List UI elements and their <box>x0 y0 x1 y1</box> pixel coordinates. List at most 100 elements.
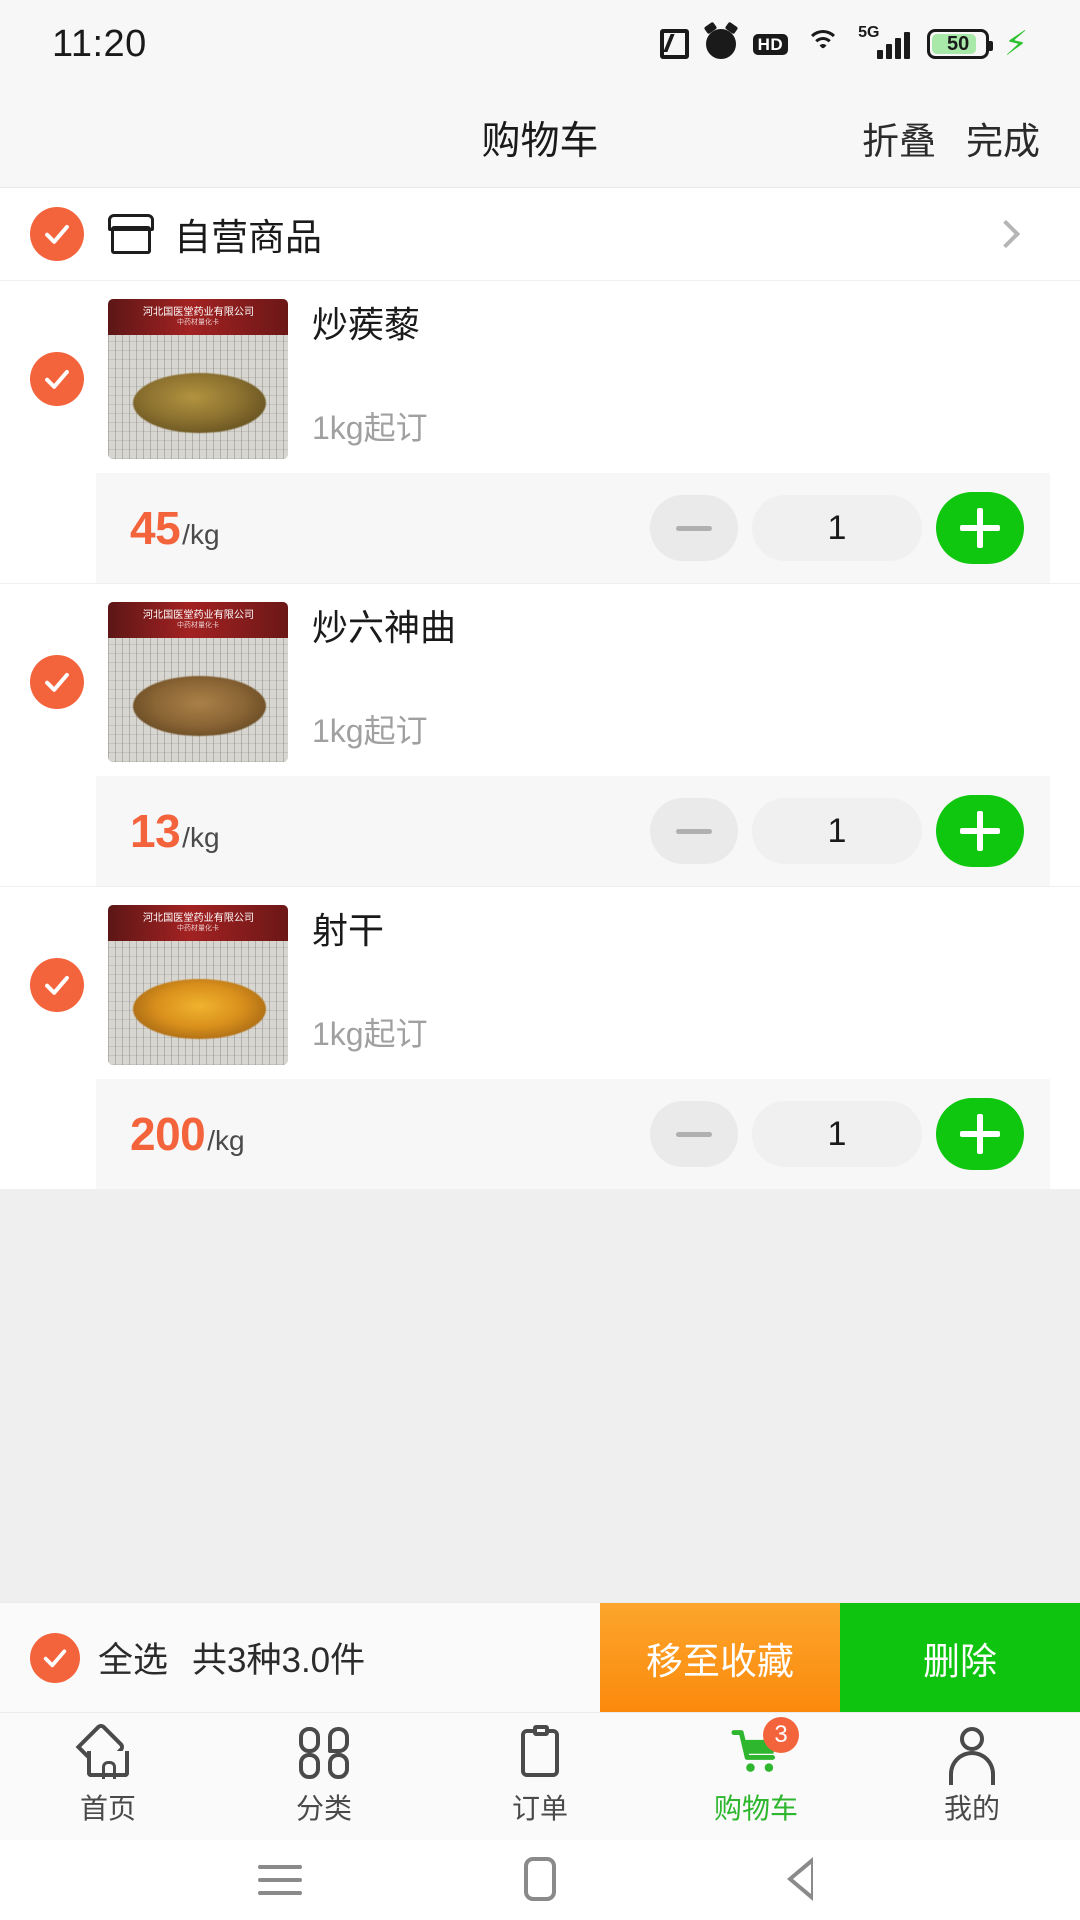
thumbnail-banner-line1: 河北国医堂药业有限公司 <box>142 912 254 924</box>
battery-level-label: 50 <box>947 33 970 55</box>
battery-icon: 50 <box>927 29 994 59</box>
thumbnail-product-pile <box>133 978 267 1040</box>
cart-item-info: 炒六神曲 1kg起订 <box>312 602 1050 762</box>
cart-item-checkbox[interactable] <box>30 655 84 709</box>
increase-quantity-button[interactable] <box>936 1098 1024 1170</box>
signal-icon: 5G <box>858 24 911 59</box>
quantity-stepper: 1 <box>650 795 1024 867</box>
done-button[interactable]: 完成 <box>966 111 1040 165</box>
product-price: 200 /kg <box>130 1107 245 1161</box>
tab-profile[interactable]: 我的 <box>864 1713 1080 1840</box>
cart-item-price-row: 13 /kg 1 <box>96 776 1050 886</box>
status-icon-group: HD 5G 50 ⚡ <box>659 24 1028 61</box>
cart-item-info: 炒蒺藜 1kg起订 <box>312 299 1050 459</box>
decrease-quantity-button[interactable] <box>650 1101 738 1167</box>
price-unit: /kg <box>182 519 220 550</box>
increase-quantity-button[interactable] <box>936 795 1024 867</box>
status-time: 11:20 <box>52 22 147 65</box>
price-amount: 13 <box>130 805 181 857</box>
header-actions: 折叠 完成 <box>862 111 1080 165</box>
cart-badge-count: 3 <box>763 1716 799 1753</box>
cart-summary-label: 共3种3.0件 <box>192 1641 366 1680</box>
tab-category-label: 分类 <box>295 1792 352 1824</box>
tab-home-label: 首页 <box>79 1792 136 1824</box>
cart-item-price-row: 200 /kg 1 <box>96 1079 1050 1189</box>
cart-icon-wrapper: 3 <box>729 1716 799 1779</box>
quantity-value[interactable]: 1 <box>752 798 922 864</box>
tab-home[interactable]: 首页 <box>0 1713 216 1840</box>
cart-action-bar: 全选 共3种3.0件 移至收藏 删除 <box>0 1602 1080 1712</box>
grid-icon <box>297 1726 351 1779</box>
android-navigation-bar <box>0 1840 1080 1920</box>
increase-quantity-button[interactable] <box>936 492 1024 564</box>
product-name: 炒六神曲 <box>312 607 457 648</box>
delete-button[interactable]: 删除 <box>840 1603 1080 1712</box>
product-thumbnail[interactable]: 河北国医堂药业有限公司 中药材量化卡 <box>108 299 288 459</box>
store-checkbox[interactable] <box>30 207 84 261</box>
select-all-label: 全选 <box>98 1641 169 1680</box>
cart-item: 河北国医堂药业有限公司 中药材量化卡 射干 1kg起订 200 /kg 1 <box>0 886 1080 1189</box>
status-bar: 11:20 HD 5G 50 ⚡ <box>0 0 1080 88</box>
product-price: 13 /kg <box>130 804 220 858</box>
empty-space <box>0 1189 1080 1602</box>
quantity-stepper: 1 <box>650 492 1024 564</box>
select-all-area[interactable]: 全选 共3种3.0件 <box>0 1603 600 1712</box>
product-thumbnail[interactable]: 河北国医堂药业有限公司 中药材量化卡 <box>108 905 288 1065</box>
decrease-quantity-button[interactable] <box>650 495 738 561</box>
tab-cart[interactable]: 3 购物车 <box>648 1713 864 1840</box>
tab-orders[interactable]: 订单 <box>432 1713 648 1840</box>
app-screen: 11:20 HD 5G 50 ⚡ 购物车 折叠 完成 自营商品 河北国医堂药业有… <box>0 0 1080 1920</box>
network-type-label: 5G <box>858 23 880 41</box>
cart-content[interactable]: 自营商品 河北国医堂药业有限公司 中药材量化卡 炒蒺藜 1kg起订 45 /kg… <box>0 188 1080 1602</box>
product-moq: 1kg起订 <box>312 410 428 446</box>
tab-profile-label: 我的 <box>943 1792 1000 1824</box>
cart-item-checkbox[interactable] <box>30 958 84 1012</box>
check-icon <box>45 369 69 389</box>
cart-item-main: 河北国医堂药业有限公司 中药材量化卡 射干 1kg起订 <box>0 887 1080 1079</box>
quantity-stepper: 1 <box>650 1098 1024 1170</box>
thumbnail-product-pile <box>133 372 267 434</box>
store-name: 自营商品 <box>174 217 322 258</box>
wifi-icon <box>805 30 841 58</box>
bottom-tab-bar: 首页 分类 订单 3 购物车 我的 <box>0 1712 1080 1840</box>
cart-item: 河北国医堂药业有限公司 中药材量化卡 炒蒺藜 1kg起订 45 /kg 1 <box>0 280 1080 583</box>
thumbnail-banner: 河北国医堂药业有限公司 中药材量化卡 <box>108 905 288 941</box>
price-amount: 45 <box>130 502 181 554</box>
recent-apps-button[interactable] <box>255 1857 305 1903</box>
price-unit: /kg <box>182 822 220 853</box>
thumbnail-banner-line2: 中药材量化卡 <box>177 924 219 932</box>
shop-icon <box>108 214 154 254</box>
thumbnail-banner-line2: 中药材量化卡 <box>177 621 219 629</box>
chevron-right-icon[interactable] <box>991 219 1021 249</box>
tab-category[interactable]: 分类 <box>216 1713 432 1840</box>
cart-item-price-row: 45 /kg 1 <box>96 473 1050 583</box>
quantity-value[interactable]: 1 <box>752 1101 922 1167</box>
page-header: 购物车 折叠 完成 <box>0 88 1080 188</box>
thumbnail-banner-line2: 中药材量化卡 <box>177 318 219 326</box>
tab-orders-label: 订单 <box>511 1792 568 1824</box>
decrease-quantity-button[interactable] <box>650 798 738 864</box>
back-button[interactable] <box>775 1857 825 1903</box>
select-all-checkbox[interactable] <box>30 1632 80 1683</box>
check-icon <box>45 224 69 244</box>
hd-icon: HD <box>752 33 789 55</box>
thumbnail-banner: 河北国医堂药业有限公司 中药材量化卡 <box>108 602 288 638</box>
store-header-row[interactable]: 自营商品 <box>0 188 1080 280</box>
product-name: 射干 <box>312 910 385 951</box>
product-thumbnail[interactable]: 河北国医堂药业有限公司 中药材量化卡 <box>108 602 288 762</box>
quantity-value[interactable]: 1 <box>752 495 922 561</box>
store-section: 自营商品 河北国医堂药业有限公司 中药材量化卡 炒蒺藜 1kg起订 45 /kg… <box>0 188 1080 1189</box>
cart-item-main: 河北国医堂药业有限公司 中药材量化卡 炒六神曲 1kg起订 <box>0 584 1080 776</box>
cart-item-main: 河北国医堂药业有限公司 中药材量化卡 炒蒺藜 1kg起订 <box>0 281 1080 473</box>
thumbnail-product-pile <box>133 675 267 737</box>
tab-cart-label: 购物车 <box>713 1792 798 1824</box>
move-to-favorites-button[interactable]: 移至收藏 <box>600 1603 840 1712</box>
home-button[interactable] <box>515 1857 565 1903</box>
thumbnail-banner: 河北国医堂药业有限公司 中药材量化卡 <box>108 299 288 335</box>
collapse-button[interactable]: 折叠 <box>862 111 936 165</box>
price-amount: 200 <box>130 1108 206 1160</box>
cart-item-checkbox[interactable] <box>30 352 84 406</box>
cart-item: 河北国医堂药业有限公司 中药材量化卡 炒六神曲 1kg起订 13 /kg 1 <box>0 583 1080 886</box>
clipboard-icon <box>513 1724 567 1779</box>
nfc-icon <box>659 29 689 59</box>
